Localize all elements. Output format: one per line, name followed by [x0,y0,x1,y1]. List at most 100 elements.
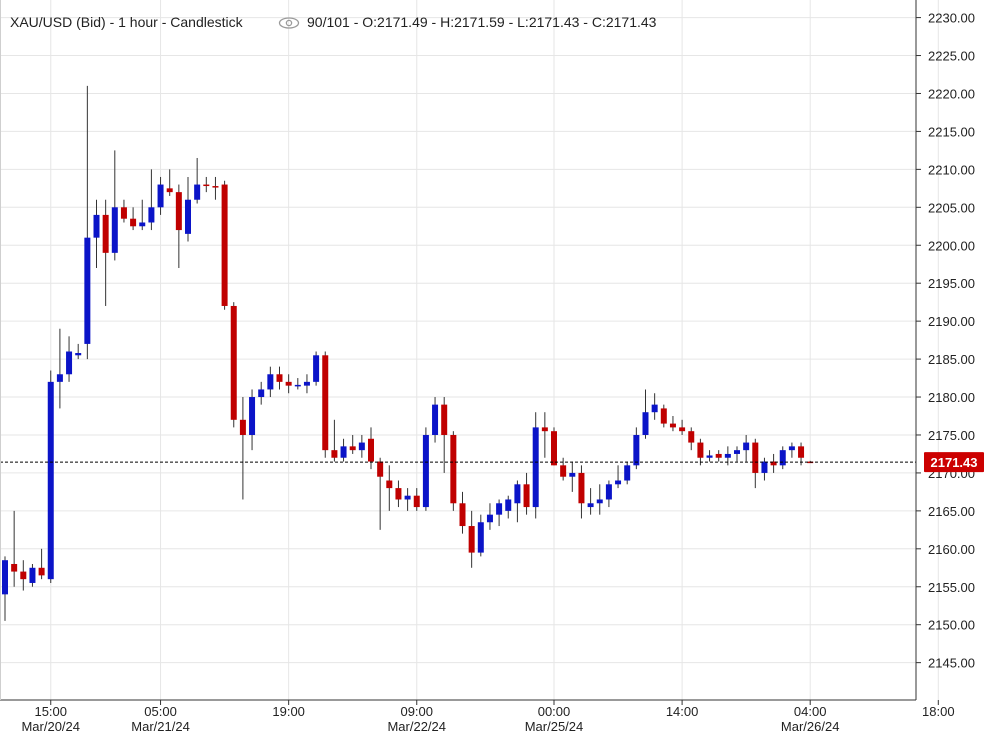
candle [788,442,795,458]
candle-body [450,434,457,504]
y-tick-label: 2210.00 [928,162,975,177]
candle [249,389,256,451]
candle-body [66,351,73,375]
candle [697,438,704,466]
candle [761,457,768,481]
candle [633,427,640,470]
candle-body [358,442,365,451]
candle [514,480,521,523]
candle-body [84,237,91,344]
candle-body [239,419,246,435]
x-tick-sublabel: Mar/25/24 [525,719,584,733]
x-tick-label: 19:00 [272,704,305,719]
candle-body [798,446,805,458]
candle [706,450,713,462]
candle [432,397,439,443]
candle [770,453,777,473]
candle-body [331,450,338,458]
x-tick-sublabel: Mar/26/24 [781,719,840,733]
y-tick-label: 2190.00 [928,314,975,329]
candles [2,85,814,621]
candle [75,343,82,360]
candle-body [368,438,374,462]
candle-body [669,423,676,428]
y-tick-label: 2195.00 [928,276,975,291]
candle-body [185,199,191,234]
candle-body [294,384,301,387]
candle-body [404,495,411,500]
candle-body [541,427,548,432]
candle-body [249,397,256,435]
candle-body [413,495,420,508]
candle [477,514,484,557]
candle-body [432,404,439,435]
candle-body [203,184,210,187]
candle-body [734,450,740,454]
y-tick-label: 2205.00 [928,200,975,215]
candle [340,438,347,462]
candle [139,199,146,231]
candle-body [56,374,63,382]
x-tick-label: 14:00 [666,704,699,719]
candle [38,548,45,580]
candle [679,419,686,435]
candle-body [175,192,182,231]
candle-body [120,207,127,219]
candle [486,503,493,530]
candle-body [615,480,622,485]
candle-body [779,450,786,466]
x-tick-label: 09:00 [400,704,433,719]
candle [413,488,420,511]
candle [560,457,567,481]
y-tick-label: 2165.00 [928,504,975,519]
candle [93,199,100,269]
candle-body [587,503,594,508]
y-tick-label: 2175.00 [928,428,975,443]
candle [368,427,374,470]
candle [66,336,73,382]
candle [752,438,759,489]
candle [386,465,393,511]
candle-body [642,412,649,435]
y-tick-label: 2155.00 [928,580,975,595]
x-tick-label: 04:00 [794,704,827,719]
x-tick-label: 00:00 [538,704,571,719]
candle-body [139,222,146,227]
candle [715,450,722,462]
candle [313,351,320,386]
x-tick-label: 18:00 [922,704,955,719]
candle [523,472,530,515]
candle-body [212,186,219,188]
candle [230,302,237,428]
candle [111,150,118,261]
candle-body [688,431,695,443]
candle [615,465,622,489]
candle-body [2,560,8,595]
candle-body [38,567,45,576]
candle [148,169,155,231]
candle [56,328,63,409]
candle [688,427,695,451]
candle-body [560,465,567,477]
candle-body [130,218,137,227]
candle-body [422,434,429,508]
candle [2,556,8,621]
candle [102,199,109,306]
candle [404,488,411,511]
candle [624,461,631,485]
candle-body [715,453,722,458]
candle [203,176,210,193]
candle-body [349,446,356,451]
x-tick-label: 15:00 [34,704,67,719]
candle [450,431,457,511]
candle [505,495,512,519]
candle [294,378,301,390]
candle-body [386,480,393,489]
candle [29,563,36,587]
candle [120,199,127,223]
candle-body [377,461,384,477]
candle [331,419,338,462]
candle-body [496,503,503,515]
candle [660,404,667,428]
candle [185,176,191,242]
